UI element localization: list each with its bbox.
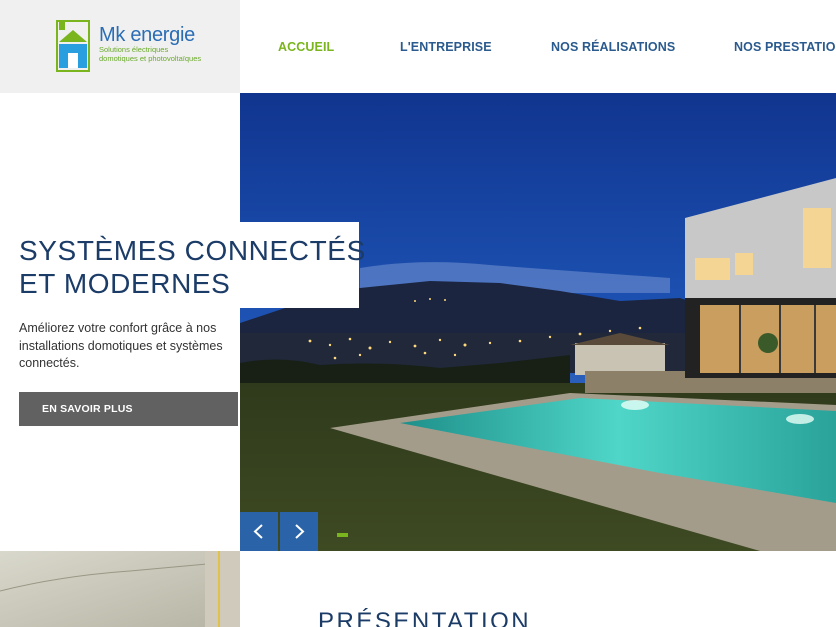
chevron-right-icon [295, 524, 305, 539]
logo-house-icon [56, 20, 90, 72]
hero-image [240, 93, 836, 551]
nav-item-realisations[interactable]: NOS RÉALISATIONS [551, 40, 675, 54]
brand-name: Mk energie [99, 24, 195, 46]
nav-item-prestations[interactable]: NOS PRESTATIONS [734, 40, 836, 54]
hero-title: SYSTÈMES CONNECTÉS ET MODERNES [0, 222, 366, 308]
presentation-title: PRÉSENTATION [318, 608, 532, 627]
nav-item-entreprise[interactable]: L'ENTREPRISE [400, 40, 492, 54]
brand-tagline: Solutions électriques domotiques et phot… [99, 45, 229, 63]
learn-more-button[interactable]: EN SAVOIR PLUS [19, 392, 238, 426]
logo-area[interactable]: Mk energie Solutions électriques domotiq… [0, 0, 240, 93]
slider-dot-active[interactable] [337, 533, 348, 537]
hero-title-line2: ET MODERNES [19, 268, 231, 299]
slider-prev-button[interactable] [240, 512, 278, 551]
slider-next-button[interactable] [280, 512, 318, 551]
presentation-image [0, 551, 240, 627]
brand-tagline-line2: domotiques et photovoltaïques [99, 53, 202, 63]
hero-title-line1: SYSTÈMES CONNECTÉS [19, 235, 366, 266]
chevron-left-icon [253, 524, 263, 539]
nav-item-accueil[interactable]: ACCUEIL [278, 40, 334, 54]
hero-description: Améliorez votre confort grâce à nos inst… [19, 321, 223, 370]
main-nav: ACCUEIL L'ENTREPRISE NOS RÉALISATIONS NO… [240, 0, 836, 93]
